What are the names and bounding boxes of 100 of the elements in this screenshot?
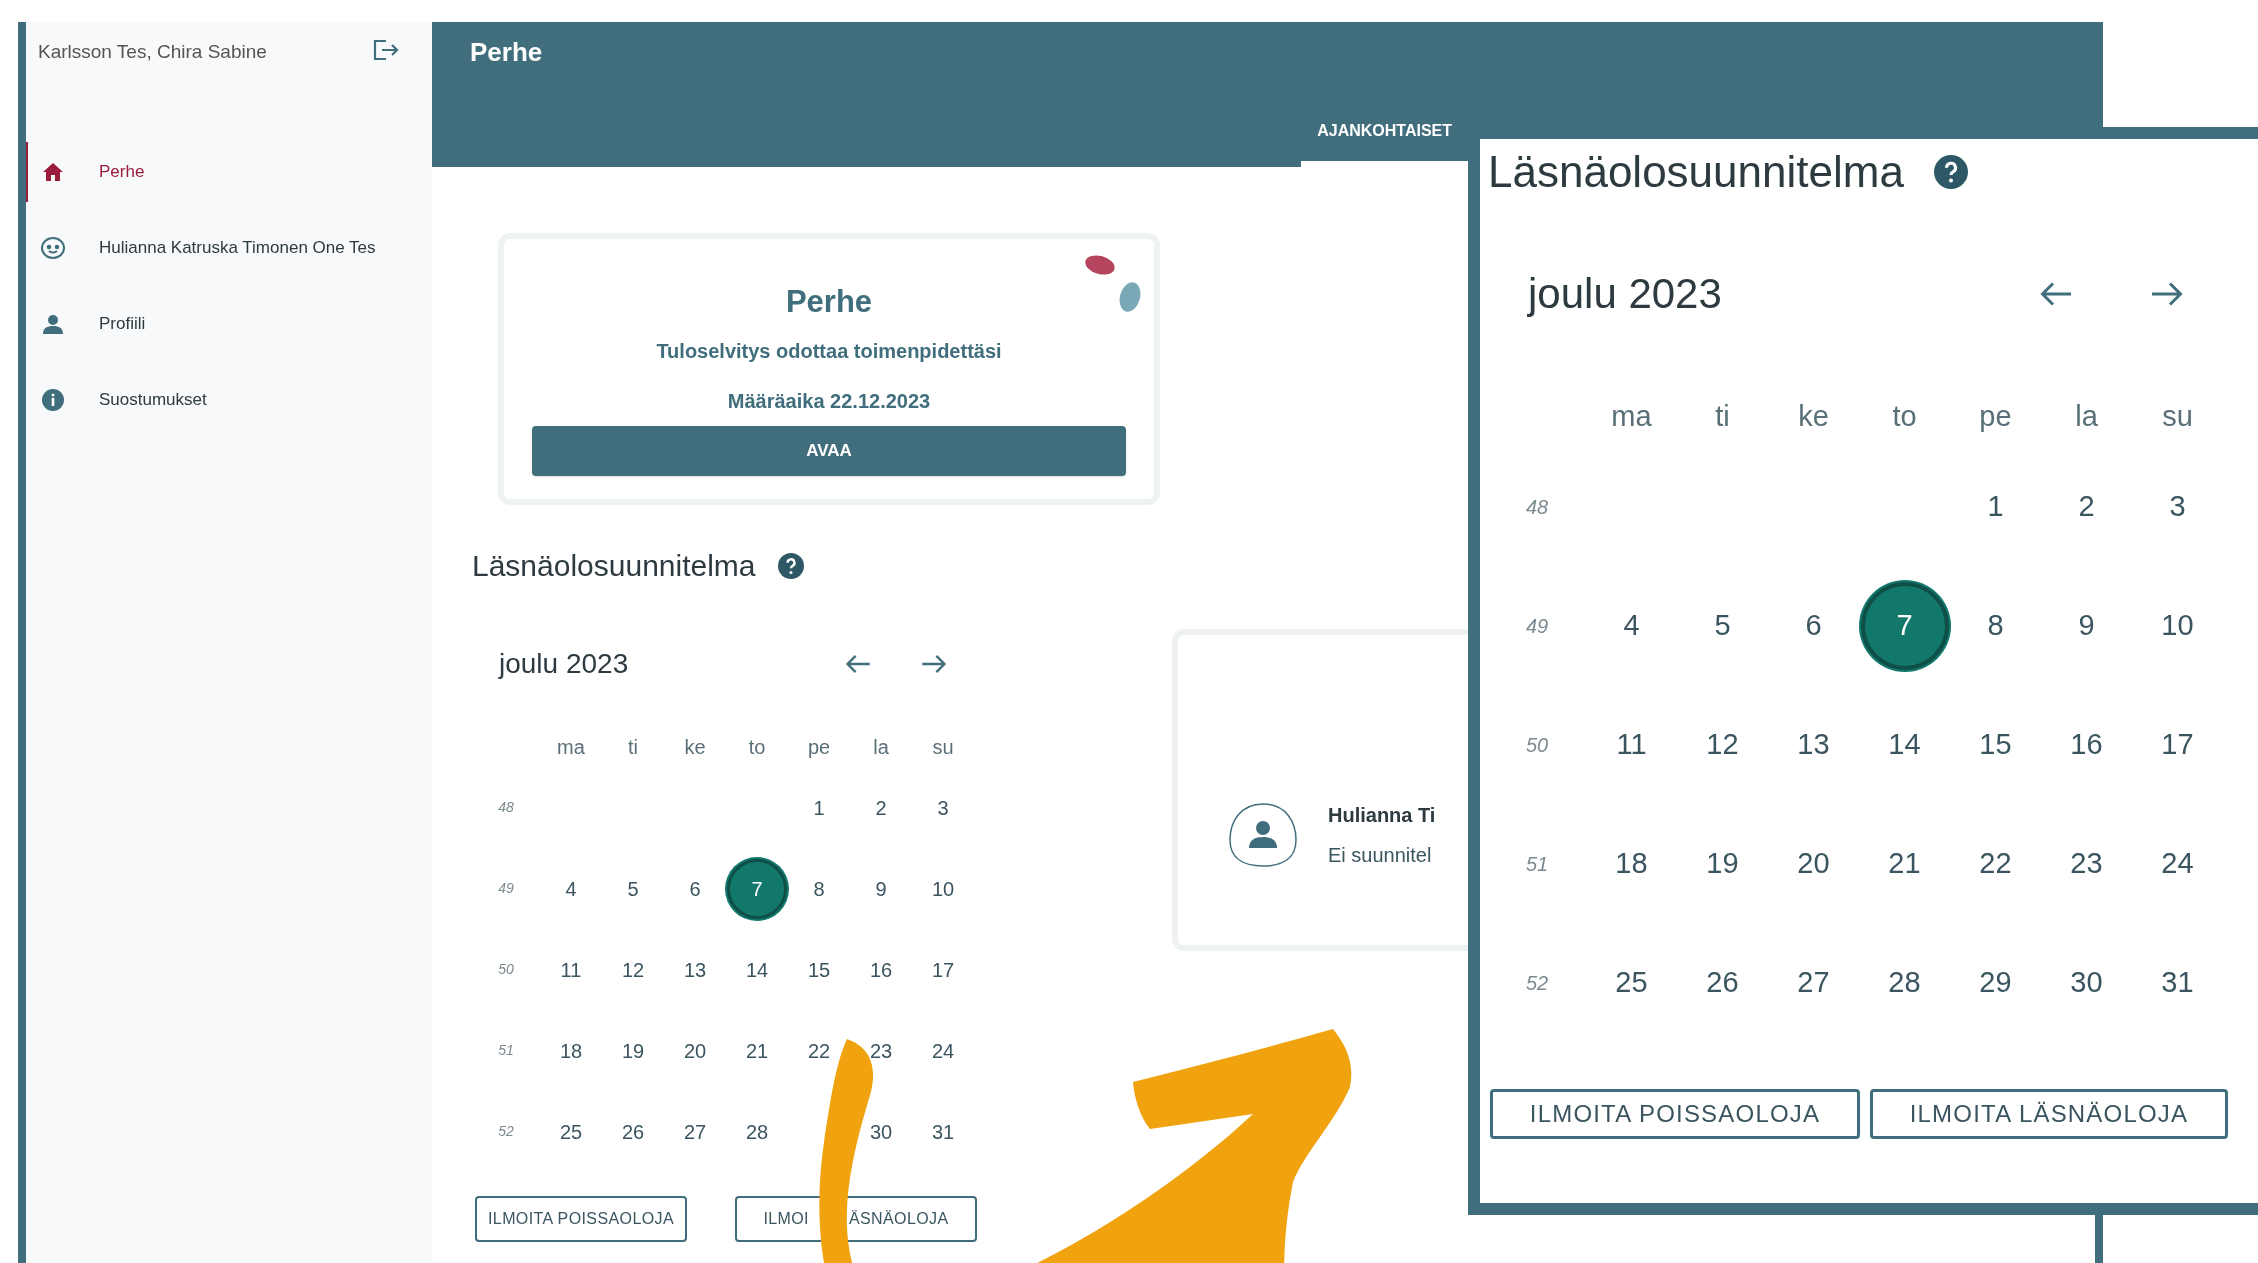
calendar-day[interactable]: 15 <box>807 954 831 985</box>
week-number: 49 <box>1525 613 1549 639</box>
calendar-day[interactable]: 3 <box>2169 484 2186 529</box>
calendar-day[interactable]: 19 <box>1706 841 1739 886</box>
weekday-label: su <box>2162 399 2193 435</box>
calendar-day[interactable]: 10 <box>931 873 955 904</box>
card-title: Perhe <box>785 283 873 321</box>
card-message: Tuloselvitys odottaa toimenpidettäsi <box>656 338 1002 364</box>
calendar-day[interactable]: 15 <box>1979 722 2012 767</box>
calendar-day[interactable]: 17 <box>931 954 955 985</box>
calendar-day[interactable]: 17 <box>2161 722 2194 767</box>
calendar-day[interactable]: 30 <box>869 1116 893 1147</box>
calendar-day[interactable]: 5 <box>627 873 639 904</box>
weekday-label: ma <box>557 735 585 760</box>
calendar-day[interactable]: 11 <box>1616 722 1647 767</box>
calendar-day[interactable]: 27 <box>1797 960 1830 1005</box>
report-absence-button[interactable]: ILMOITA POISSAOLOJA <box>475 1196 687 1242</box>
calendar-day[interactable]: 18 <box>1615 841 1648 886</box>
weekday-label: pe <box>807 735 831 760</box>
calendar-day[interactable]: 3 <box>937 792 949 823</box>
calendar-day[interactable]: 1 <box>813 792 825 823</box>
calendar-day[interactable]: 8 <box>813 873 825 904</box>
month-label: joulu 2023 <box>1528 269 1722 319</box>
weekday-label: to <box>748 735 766 760</box>
calendar-day[interactable]: 29 <box>1979 960 2012 1005</box>
person-icon <box>43 314 63 334</box>
week-number: 51 <box>1525 851 1549 877</box>
help-icon[interactable] <box>777 552 804 579</box>
section-title: Läsnäolosuunnitelma <box>1488 146 1904 198</box>
calendar-day[interactable]: 10 <box>2161 603 2194 648</box>
calendar-day[interactable]: 4 <box>1623 603 1640 648</box>
calendar-day[interactable]: 8 <box>1987 603 2004 648</box>
week-number: 48 <box>498 798 514 817</box>
sidebar-item[interactable]: Profiili <box>26 294 432 354</box>
sidebar-item[interactable]: Hulianna Katruska Timonen One Tes <box>26 218 432 278</box>
calendar-day[interactable]: 25 <box>559 1116 583 1147</box>
calendar-day[interactable]: 6 <box>1805 603 1822 648</box>
calendar-day[interactable]: 28 <box>745 1116 769 1147</box>
calendar-day[interactable]: 25 <box>1615 960 1648 1005</box>
calendar-day[interactable]: 19 <box>621 1035 645 1066</box>
calendar-day[interactable]: 2 <box>875 792 887 823</box>
child-name: Hulianna Ti <box>1328 803 1436 828</box>
calendar-day[interactable]: 24 <box>2161 841 2194 886</box>
week-number: 51 <box>498 1041 514 1060</box>
selected-day[interactable]: 7 <box>727 858 787 919</box>
weekday-label: pe <box>1979 399 2012 435</box>
calendar-day[interactable]: 21 <box>1888 841 1921 886</box>
calendar-day[interactable]: 24 <box>931 1035 955 1066</box>
calendar-day[interactable]: 13 <box>683 954 707 985</box>
calendar-day[interactable]: 16 <box>869 954 893 985</box>
week-number: 50 <box>498 960 514 979</box>
calendar-day[interactable]: 5 <box>1714 603 1731 648</box>
calendar-day[interactable]: 9 <box>875 873 887 904</box>
calendar-day[interactable]: 12 <box>621 954 645 985</box>
calendar-day[interactable]: 31 <box>931 1116 955 1147</box>
calendar-day[interactable]: 14 <box>1888 722 1921 767</box>
week-number: 52 <box>1525 970 1549 996</box>
calendar-day[interactable]: 21 <box>745 1035 769 1066</box>
weekday-label: la <box>873 735 889 760</box>
open-button[interactable]: AVAA <box>532 425 1126 476</box>
calendar-day[interactable]: 23 <box>2070 841 2103 886</box>
calendar-day[interactable]: 26 <box>621 1116 645 1147</box>
calendar-day[interactable]: 31 <box>2161 960 2194 1005</box>
calendar-day[interactable]: 14 <box>745 954 769 985</box>
page-title: Perhe <box>469 36 544 69</box>
calendar-day[interactable]: 22 <box>807 1035 831 1066</box>
sidebar-item[interactable]: Suostumukset <box>26 370 432 430</box>
calendar-day[interactable]: 2 <box>2078 484 2095 529</box>
help-icon[interactable] <box>1933 155 1968 189</box>
calendar-day[interactable]: 12 <box>1706 722 1739 767</box>
calendar-day[interactable]: 23 <box>869 1035 893 1066</box>
calendar-day[interactable]: 1 <box>1987 484 2004 529</box>
calendar-day[interactable]: 18 <box>559 1035 583 1066</box>
section-title: Läsnäolosuunnitelma <box>472 548 756 584</box>
week-number: 49 <box>498 879 514 898</box>
info-icon <box>42 389 64 411</box>
smiley-icon <box>40 236 66 260</box>
weekday-label: ke <box>684 735 706 760</box>
logout-icon[interactable] <box>372 38 400 62</box>
calendar-day[interactable]: 9 <box>2078 603 2095 648</box>
week-number: 50 <box>1525 732 1549 758</box>
calendar-day[interactable]: 11 <box>560 954 582 985</box>
month-label: joulu 2023 <box>499 647 629 681</box>
calendar-day[interactable]: 28 <box>1888 960 1921 1005</box>
selected-day[interactable]: 7 <box>1860 581 1949 670</box>
calendar-day[interactable]: 4 <box>565 873 577 904</box>
calendar-day[interactable]: 27 <box>683 1116 707 1147</box>
calendar-day[interactable]: 20 <box>683 1035 707 1066</box>
report-absence-button[interactable]: ILMOITA POISSAOLOJA <box>1490 1089 1860 1139</box>
calendar-day[interactable]: 26 <box>1706 960 1739 1005</box>
calendar-day[interactable]: 20 <box>1797 841 1830 886</box>
calendar-day[interactable]: 16 <box>2070 722 2103 767</box>
calendar-day[interactable]: 22 <box>1979 841 2012 886</box>
calendar-day[interactable]: 6 <box>689 873 701 904</box>
weekday-label: to <box>1892 399 1917 435</box>
calendar-day[interactable]: 30 <box>2070 960 2103 1005</box>
calendar-day[interactable]: 13 <box>1797 722 1830 767</box>
weekday-label: ti <box>1715 399 1730 435</box>
report-attendance-button[interactable]: ILMOITA LÄSNÄOLOJA <box>1870 1089 2228 1139</box>
week-number: 48 <box>1525 494 1549 520</box>
